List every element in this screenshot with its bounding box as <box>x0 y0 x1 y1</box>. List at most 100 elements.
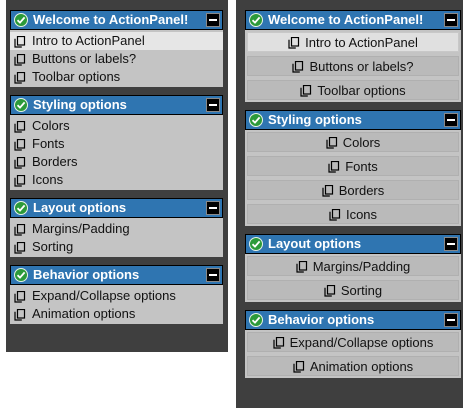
item-fonts[interactable]: Fonts <box>10 135 223 153</box>
item-borders[interactable]: Borders <box>10 153 223 171</box>
copy-document-icon <box>272 335 285 355</box>
group-title: Layout options <box>268 236 362 251</box>
group-header[interactable]: Welcome to ActionPanel! <box>10 10 223 30</box>
group-items: Intro to ActionPanel Buttons or labels? To… <box>245 30 461 102</box>
check-circle-icon <box>249 113 263 127</box>
copy-document-icon <box>324 283 336 303</box>
group-styling-options: Styling options Colors Fonts Borders Icons <box>10 95 223 190</box>
copy-document-icon <box>300 83 312 103</box>
item-expand-collapse-options[interactable]: Expand/Collapse options <box>10 287 223 305</box>
group-header[interactable]: Behavior options <box>245 310 461 330</box>
check-circle-icon <box>249 13 263 27</box>
check-circle-icon <box>249 237 263 251</box>
item-margins-padding[interactable]: Margins/Padding <box>247 256 459 276</box>
group-items: Intro to ActionPanel Buttons or labels? To… <box>10 30 223 87</box>
group-title: Behavior options <box>268 312 375 327</box>
item-sorting[interactable]: Sorting <box>247 280 459 300</box>
item-label: Icons <box>345 207 378 222</box>
copy-document-icon <box>293 359 305 379</box>
copy-document-icon <box>329 207 341 227</box>
group-header[interactable]: Styling options <box>245 110 461 130</box>
item-borders[interactable]: Borders <box>247 180 459 200</box>
check-circle-icon <box>14 98 28 112</box>
item-icons[interactable]: Icons <box>10 171 223 189</box>
group-title: Welcome to ActionPanel! <box>268 12 424 27</box>
collapse-icon[interactable] <box>206 201 220 215</box>
item-label: Fonts <box>345 159 378 174</box>
group-header[interactable]: Layout options <box>245 234 461 254</box>
group-header[interactable]: Styling options <box>10 95 223 115</box>
copy-document-icon <box>322 183 334 203</box>
item-label: Intro to ActionPanel <box>32 33 145 48</box>
item-label: Intro to ActionPanel <box>305 35 418 50</box>
check-circle-icon <box>249 313 263 327</box>
group-header[interactable]: Welcome to ActionPanel! <box>245 10 461 30</box>
item-colors[interactable]: Colors <box>10 117 223 135</box>
item-buttons-or-labels[interactable]: Buttons or labels? <box>10 50 223 68</box>
group-header[interactable]: Layout options <box>10 198 223 218</box>
group-items: Expand/Collapse options Animation options <box>10 285 223 324</box>
item-label: Colors <box>32 118 70 133</box>
item-label: Margins/Padding <box>312 259 411 274</box>
copy-document-icon <box>292 59 304 79</box>
collapse-icon[interactable] <box>444 113 458 127</box>
copy-document-icon <box>296 259 308 279</box>
item-label: Buttons or labels? <box>309 59 414 74</box>
group-title: Styling options <box>33 97 127 112</box>
group-items: Margins/Padding Sorting <box>245 254 461 302</box>
collapse-icon[interactable] <box>206 98 220 112</box>
item-buttons-or-labels[interactable]: Buttons or labels? <box>247 56 459 76</box>
item-sorting[interactable]: Sorting <box>10 238 223 256</box>
item-toolbar-options[interactable]: Toolbar options <box>10 68 223 86</box>
item-animation-options[interactable]: Animation options <box>247 356 459 376</box>
item-label: Sorting <box>340 283 383 298</box>
item-expand-collapse-options[interactable]: Expand/Collapse options <box>247 332 459 352</box>
item-icons[interactable]: Icons <box>247 204 459 224</box>
item-label: Expand/Collapse options <box>32 288 176 303</box>
group-styling-options: Styling options Colors Fonts Borders Icons <box>245 110 461 226</box>
action-panel-left: Welcome to ActionPanel! Intro to ActionPa… <box>6 0 228 352</box>
copy-document-icon <box>14 308 26 326</box>
group-items: Colors Fonts Borders Icons <box>245 130 461 226</box>
item-colors[interactable]: Colors <box>247 132 459 152</box>
group-title: Layout options <box>33 200 127 215</box>
group-header[interactable]: Behavior options <box>10 265 223 285</box>
group-title: Styling options <box>268 112 362 127</box>
group-title: Welcome to ActionPanel! <box>33 12 189 27</box>
item-label: Borders <box>338 183 385 198</box>
copy-document-icon <box>288 35 300 55</box>
item-animation-options[interactable]: Animation options <box>10 305 223 323</box>
collapse-icon[interactable] <box>444 313 458 327</box>
item-label: Colors <box>342 135 381 150</box>
group-layout-options: Layout options Margins/Padding Sorting <box>10 198 223 257</box>
action-panel-right: Welcome to ActionPanel! Intro to ActionPa… <box>236 0 463 408</box>
copy-document-icon <box>328 159 340 179</box>
item-label: Icons <box>32 172 64 187</box>
item-intro-to-actionpanel[interactable]: Intro to ActionPanel <box>10 32 223 50</box>
collapse-icon[interactable] <box>444 13 458 27</box>
group-behavior-options: Behavior options Expand/Collapse options A… <box>245 310 461 378</box>
collapse-icon[interactable] <box>444 237 458 251</box>
group-items: Expand/Collapse options Animation options <box>245 330 461 378</box>
item-label: Toolbar options <box>317 83 406 98</box>
group-welcome-to-actionpanel: Welcome to ActionPanel! Intro to ActionPa… <box>245 10 461 102</box>
item-toolbar-options[interactable]: Toolbar options <box>247 80 459 100</box>
check-circle-icon <box>14 268 28 282</box>
copy-document-icon <box>14 241 26 259</box>
item-margins-padding[interactable]: Margins/Padding <box>10 220 223 238</box>
group-behavior-options: Behavior options Expand/Collapse options A… <box>10 265 223 324</box>
item-label: Borders <box>32 154 78 169</box>
group-layout-options: Layout options Margins/Padding Sorting <box>245 234 461 302</box>
copy-document-icon <box>14 174 26 192</box>
collapse-icon[interactable] <box>206 13 220 27</box>
group-items: Colors Fonts Borders Icons <box>10 115 223 190</box>
group-title: Behavior options <box>33 267 140 282</box>
item-fonts[interactable]: Fonts <box>247 156 459 176</box>
item-label: Toolbar options <box>32 69 121 84</box>
item-label: Buttons or labels? <box>32 51 137 66</box>
item-label: Animation options <box>32 306 136 321</box>
item-label: Margins/Padding <box>32 221 130 236</box>
item-intro-to-actionpanel[interactable]: Intro to ActionPanel <box>247 32 459 52</box>
collapse-icon[interactable] <box>206 268 220 282</box>
check-circle-icon <box>14 201 28 215</box>
